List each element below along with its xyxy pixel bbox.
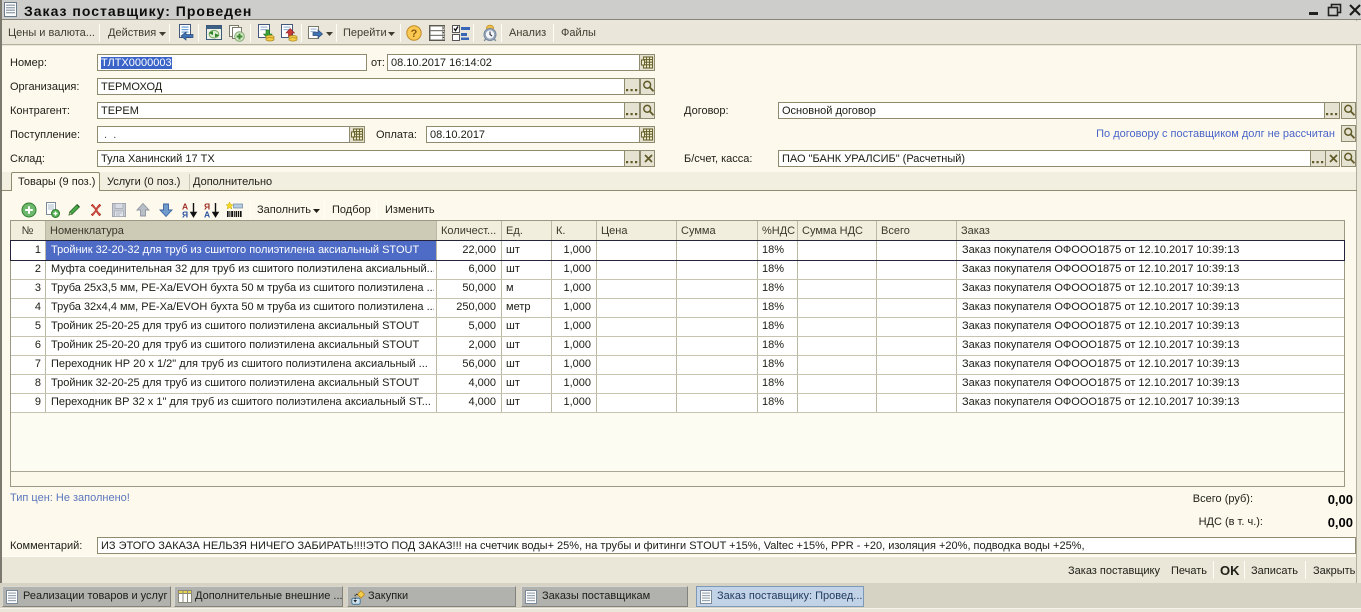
svg-text:А: А: [204, 210, 210, 220]
svg-text:?: ?: [411, 28, 418, 40]
svg-text:Я: Я: [182, 210, 188, 220]
